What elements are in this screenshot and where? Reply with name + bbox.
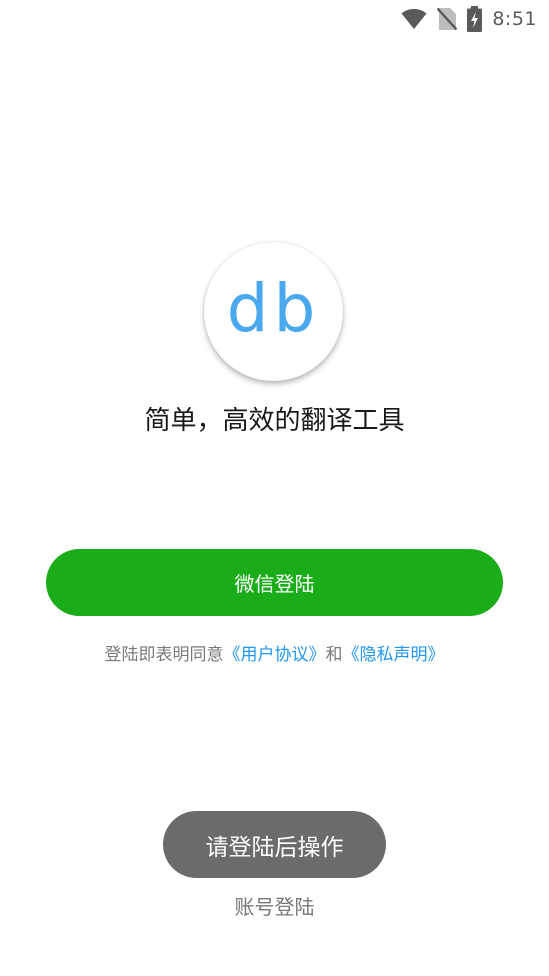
- wifi-icon: [401, 8, 427, 30]
- agreement-conjunction: 和: [325, 645, 343, 665]
- agreement-text: 登陆即表明同意《用户协议》和《隐私声明》: [0, 640, 549, 665]
- login-required-toast: 请登陆后操作: [163, 811, 386, 878]
- agreement-prefix: 登陆即表明同意: [104, 645, 224, 665]
- status-bar: 8:51: [0, 0, 549, 38]
- wechat-login-button[interactable]: 微信登陆: [46, 549, 503, 616]
- app-logo: db: [204, 242, 343, 381]
- no-sim-icon: [437, 7, 458, 31]
- privacy-statement-link[interactable]: 《隐私声明》: [343, 645, 445, 665]
- app-slogan: 简单，高效的翻译工具: [144, 406, 405, 436]
- status-time: 8:51: [492, 8, 537, 30]
- user-agreement-link[interactable]: 《用户协议》: [224, 645, 326, 665]
- login-screen: 8:51 db 简单，高效的翻译工具 微信登陆 登陆即表明同意《用户协议》和《隐…: [0, 0, 549, 976]
- battery-charging-icon: [467, 6, 483, 32]
- account-login-link[interactable]: 账号登陆: [0, 891, 549, 920]
- status-icons: 8:51: [401, 6, 537, 32]
- app-logo-text: db: [226, 270, 321, 347]
